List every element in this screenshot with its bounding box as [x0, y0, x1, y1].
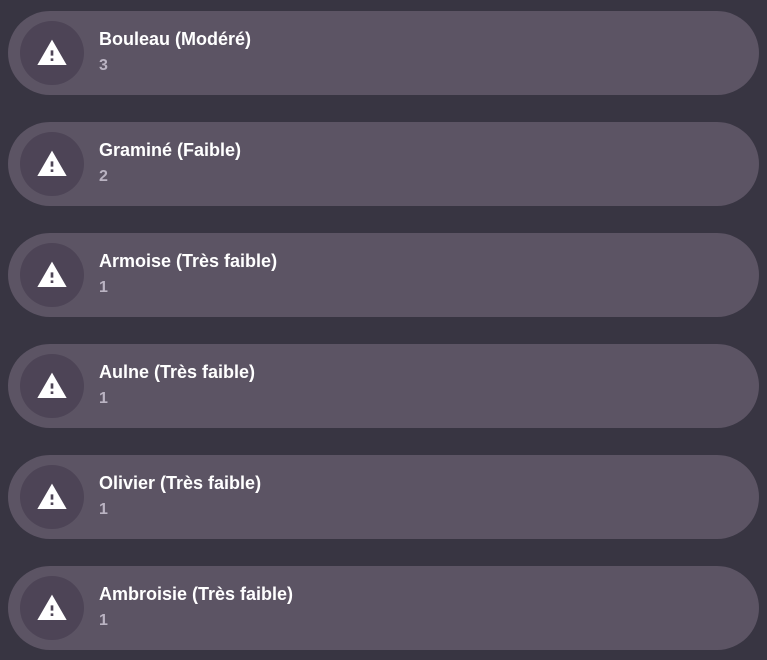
pollen-level: 2: [99, 168, 108, 185]
pollen-card-ambroisie[interactable]: Ambroisie (Très faible) 1: [8, 566, 759, 650]
alert-triangle-icon: [37, 594, 67, 620]
pollen-name: Bouleau (Modéré): [99, 29, 252, 49]
pollen-card-bouleau[interactable]: Bouleau (Modéré) 3: [8, 11, 759, 95]
pollen-level: 1: [99, 390, 108, 407]
alert-triangle-icon: [37, 483, 67, 509]
pollen-card-olivier[interactable]: Olivier (Très faible) 1: [8, 455, 759, 539]
alert-triangle-icon: [37, 261, 67, 287]
pollen-name: Ambroisie (Très faible): [99, 584, 294, 604]
pollen-level: 1: [99, 501, 108, 518]
alert-triangle-icon: [37, 39, 67, 65]
alert-icon-badge: [20, 354, 84, 418]
alert-icon-badge: [20, 21, 84, 85]
pollen-level: 3: [99, 57, 108, 74]
alert-icon-badge: [20, 243, 84, 307]
alert-icon-badge: [20, 576, 84, 640]
pollen-card-aulne[interactable]: Aulne (Très faible) 1: [8, 344, 759, 428]
pollen-level: 1: [99, 279, 108, 296]
alert-icon-badge: [20, 132, 84, 196]
alert-icon-badge: [20, 465, 84, 529]
pollen-card-armoise[interactable]: Armoise (Très faible) 1: [8, 233, 759, 317]
alert-triangle-icon: [37, 150, 67, 176]
pollen-card-gramine[interactable]: Graminé (Faible) 2: [8, 122, 759, 206]
pollen-level: 1: [99, 612, 108, 629]
pollen-name: Olivier (Très faible): [99, 473, 262, 493]
pollen-name: Armoise (Très faible): [99, 251, 278, 271]
pollen-list: Bouleau (Modéré) 3 Graminé (Faible) 2 Ar…: [0, 0, 767, 660]
alert-triangle-icon: [37, 372, 67, 398]
pollen-name: Aulne (Très faible): [99, 362, 256, 382]
pollen-name: Graminé (Faible): [99, 140, 242, 160]
